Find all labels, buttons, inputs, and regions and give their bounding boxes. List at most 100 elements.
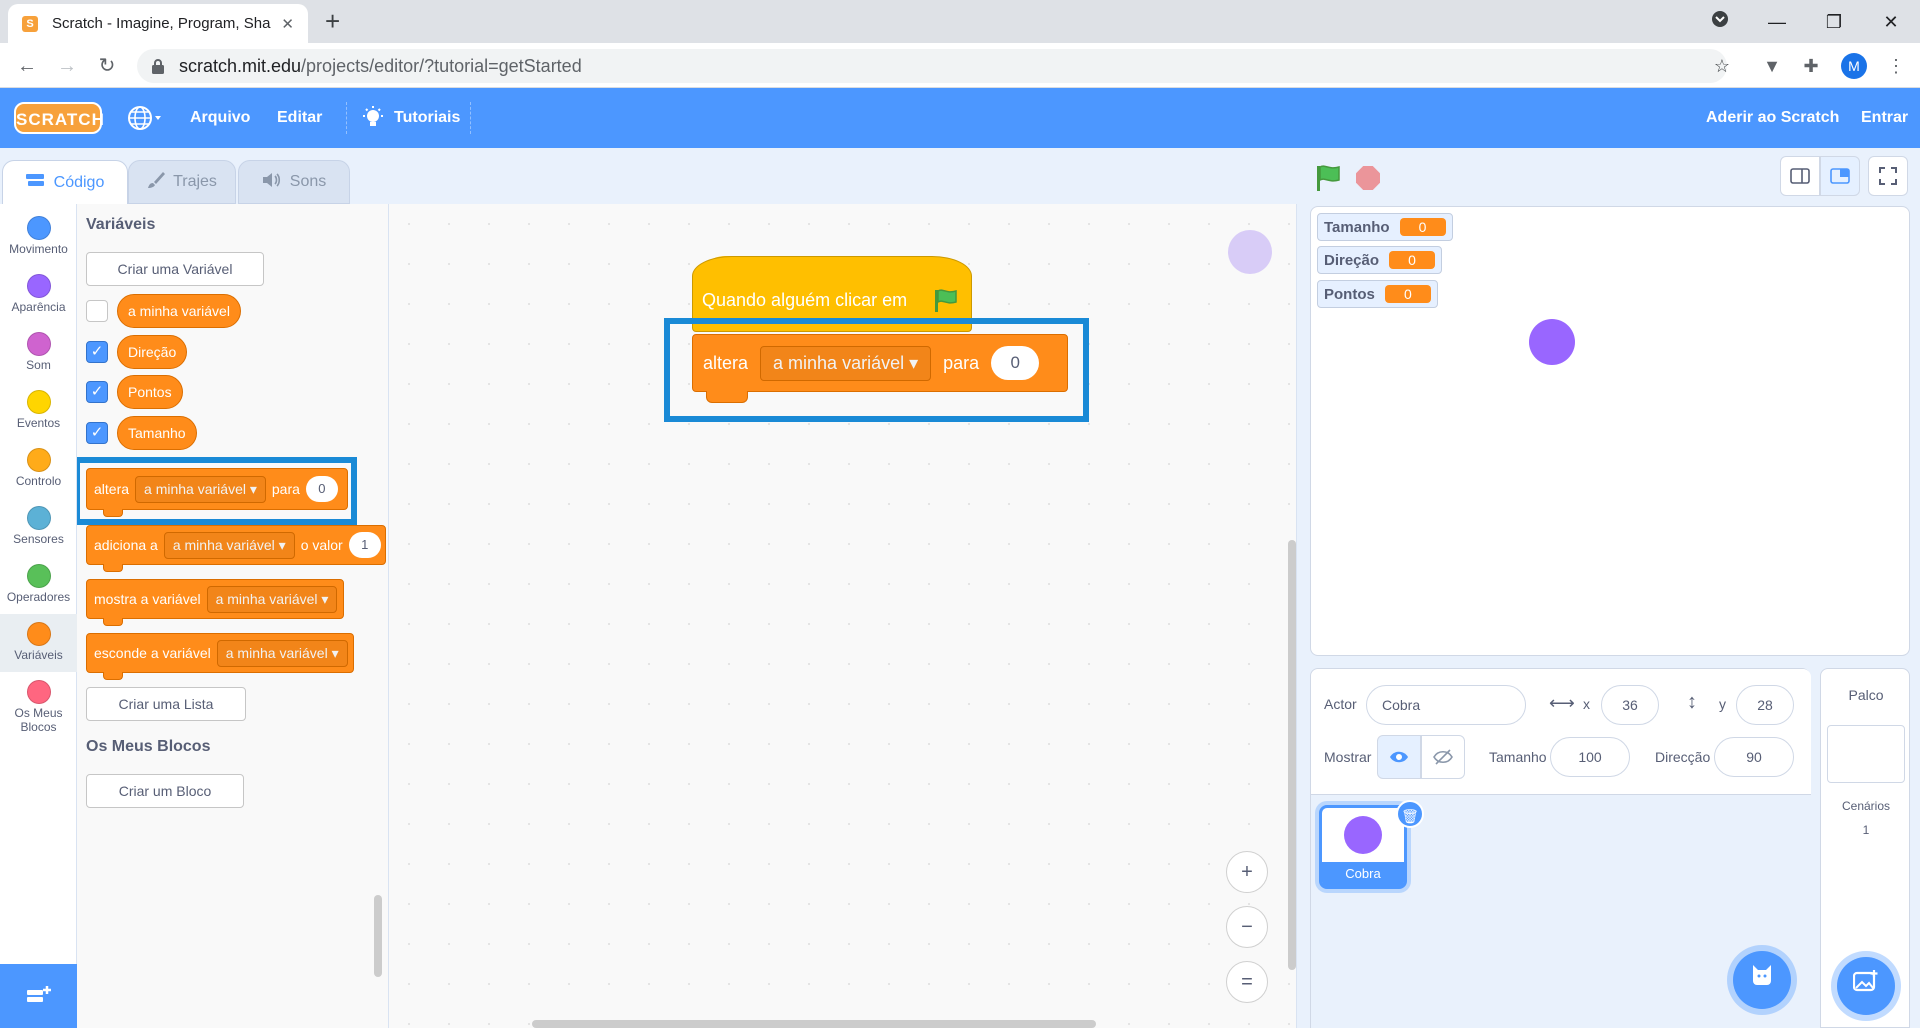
change-variable-block[interactable]: adiciona a a minha variável o valor 1 <box>86 525 386 572</box>
variable-dropdown[interactable]: a minha variável <box>206 585 338 613</box>
category-motion[interactable]: Movimento <box>0 208 77 266</box>
reload-icon[interactable]: ↻ <box>92 51 122 81</box>
address-bar[interactable]: scratch.mit.edu/projects/editor/?tutoria… <box>137 49 1727 83</box>
variable-dropdown[interactable]: a minha variável <box>760 345 932 381</box>
tab-search-icon[interactable] <box>1706 8 1734 36</box>
menu-edit[interactable]: Editar <box>277 88 322 148</box>
value-input[interactable]: 0 <box>991 346 1040 380</box>
size-field[interactable]: 100 <box>1550 737 1630 777</box>
browser-menu-icon[interactable]: ⋮ <box>1882 52 1910 80</box>
extension-icon[interactable]: ▼ <box>1758 52 1786 80</box>
variable-reporter[interactable]: Tamanho <box>117 416 197 450</box>
restore-icon[interactable]: ❐ <box>1820 8 1848 36</box>
category-events[interactable]: Eventos <box>0 382 77 440</box>
sprite-on-stage[interactable] <box>1529 319 1575 365</box>
variable-checkbox[interactable]: ✓ <box>86 381 108 403</box>
category-label: Sensores <box>13 532 64 546</box>
category-control[interactable]: Controlo <box>0 440 77 498</box>
new-tab-button[interactable]: + <box>325 8 340 34</box>
make-list-button[interactable]: Criar uma Lista <box>86 687 246 721</box>
sprite-tile[interactable]: Cobra 🗑 <box>1319 800 1424 889</box>
variable-dropdown[interactable]: a minha variável <box>163 531 295 559</box>
scratch-favicon-icon: S <box>22 15 38 32</box>
variable-reporter[interactable]: Pontos <box>117 375 183 409</box>
tab-sounds[interactable]: Sons <box>238 160 350 204</box>
zoom-reset-button[interactable]: = <box>1226 961 1268 1003</box>
menu-file[interactable]: Arquivo <box>190 88 250 148</box>
variable-reporter[interactable]: Direção <box>117 335 188 369</box>
variable-monitor[interactable]: Direção 0 <box>1317 246 1443 274</box>
category-dot-icon <box>26 564 51 588</box>
window-close-icon[interactable]: ✕ <box>1877 8 1905 36</box>
direction-field[interactable]: 90 <box>1714 737 1794 777</box>
make-variable-button[interactable]: Criar uma Variável <box>86 252 264 286</box>
join-scratch-link[interactable]: Aderir ao Scratch <box>1706 88 1839 148</box>
bookmark-star-icon[interactable]: ☆ <box>1708 52 1736 80</box>
category-sensing[interactable]: Sensores <box>0 498 77 556</box>
make-block-button[interactable]: Criar um Bloco <box>86 774 244 808</box>
back-icon[interactable]: ← <box>12 51 42 81</box>
x-position-field[interactable]: 36 <box>1601 685 1659 725</box>
show-sprite-button[interactable] <box>1377 735 1421 779</box>
forward-icon[interactable]: → <box>52 51 82 81</box>
workspace-vertical-scrollbar[interactable] <box>1288 540 1296 970</box>
choose-sprite-button[interactable] <box>1733 951 1791 1009</box>
tab-costumes-label: Trajes <box>173 173 217 190</box>
stage-target-pane[interactable]: Palco Cenários 1 <box>1820 668 1910 1028</box>
category-looks[interactable]: Aparência <box>0 266 77 324</box>
zoom-in-button[interactable]: + <box>1226 851 1268 893</box>
category-label: Variáveis <box>14 648 63 662</box>
browser-tab[interactable]: S Scratch - Imagine, Program, Share ✕ <box>8 4 308 43</box>
sprite-name-field[interactable]: Cobra <box>1366 685 1526 725</box>
stage-thumbnail[interactable] <box>1827 725 1905 783</box>
add-extension-button[interactable] <box>0 964 77 1028</box>
large-stage-button[interactable] <box>1820 156 1860 196</box>
tab-costumes[interactable]: Trajes <box>128 160 236 204</box>
minimize-icon[interactable]: — <box>1763 8 1791 36</box>
extensions-puzzle-icon[interactable]: ✚ <box>1797 52 1825 80</box>
variable-checkbox[interactable]: ✓ <box>86 341 108 363</box>
category-dot-icon <box>26 332 51 356</box>
sign-in-link[interactable]: Entrar <box>1861 88 1908 148</box>
hide-sprite-button[interactable] <box>1421 735 1465 779</box>
language-globe-icon[interactable] <box>128 105 162 136</box>
choose-backdrop-button[interactable] <box>1837 957 1895 1015</box>
value-input[interactable]: 1 <box>348 532 381 558</box>
variable-monitor[interactable]: Tamanho 0 <box>1317 213 1453 241</box>
palette-scrollbar[interactable] <box>374 895 382 977</box>
value-input[interactable]: 0 <box>305 476 338 502</box>
green-flag-button[interactable] <box>1314 164 1342 197</box>
variable-reporter[interactable]: a minha variável <box>117 294 241 328</box>
hide-variable-block[interactable]: esconde a variável a minha variável <box>86 633 354 680</box>
show-variable-block[interactable]: mostra a variável a minha variável <box>86 579 344 626</box>
sprite-info: Actor Cobra ⟷ x 36 ↕ y 28 Mostrar Tamanh… <box>1311 669 1811 795</box>
block-text: para <box>271 481 300 497</box>
category-operators[interactable]: Operadores <box>0 556 77 614</box>
stage[interactable]: Tamanho 0 Direção 0 Pontos 0 <box>1310 206 1910 656</box>
monitor-value: 0 <box>1399 218 1446 236</box>
scratch-logo[interactable]: SCRATCH <box>14 102 104 134</box>
stop-button[interactable] <box>1356 166 1380 190</box>
y-position-field[interactable]: 28 <box>1736 685 1794 725</box>
tab-close-icon[interactable]: ✕ <box>281 15 294 33</box>
category-variables[interactable]: Variáveis <box>0 614 77 672</box>
category-sound[interactable]: Som <box>0 324 77 382</box>
variable-dropdown[interactable]: a minha variável <box>216 639 348 667</box>
variable-checkbox[interactable] <box>86 300 108 322</box>
set-variable-block-workspace[interactable]: altera a minha variável para 0 <box>692 334 1068 392</box>
variable-checkbox[interactable]: ✓ <box>86 422 108 444</box>
variable-monitor[interactable]: Pontos 0 <box>1317 280 1438 308</box>
zoom-out-button[interactable]: − <box>1226 906 1268 948</box>
menu-tutorials[interactable]: Tutoriais <box>394 88 460 148</box>
tab-code[interactable]: Código <box>2 160 128 204</box>
workspace-horizontal-scrollbar[interactable] <box>532 1020 1096 1028</box>
small-stage-button[interactable] <box>1780 156 1820 196</box>
y-label: y <box>1719 696 1726 712</box>
sprite-thumbnail <box>1344 816 1382 854</box>
profile-avatar[interactable]: M <box>1841 53 1867 79</box>
category-my-blocks[interactable]: Os Meus Blocos <box>0 672 77 744</box>
set-variable-block[interactable]: altera a minha variável para 0 <box>86 468 348 517</box>
delete-sprite-icon[interactable]: 🗑 <box>1396 800 1424 828</box>
variable-dropdown[interactable]: a minha variável <box>135 475 266 503</box>
fullscreen-button[interactable] <box>1868 156 1908 196</box>
